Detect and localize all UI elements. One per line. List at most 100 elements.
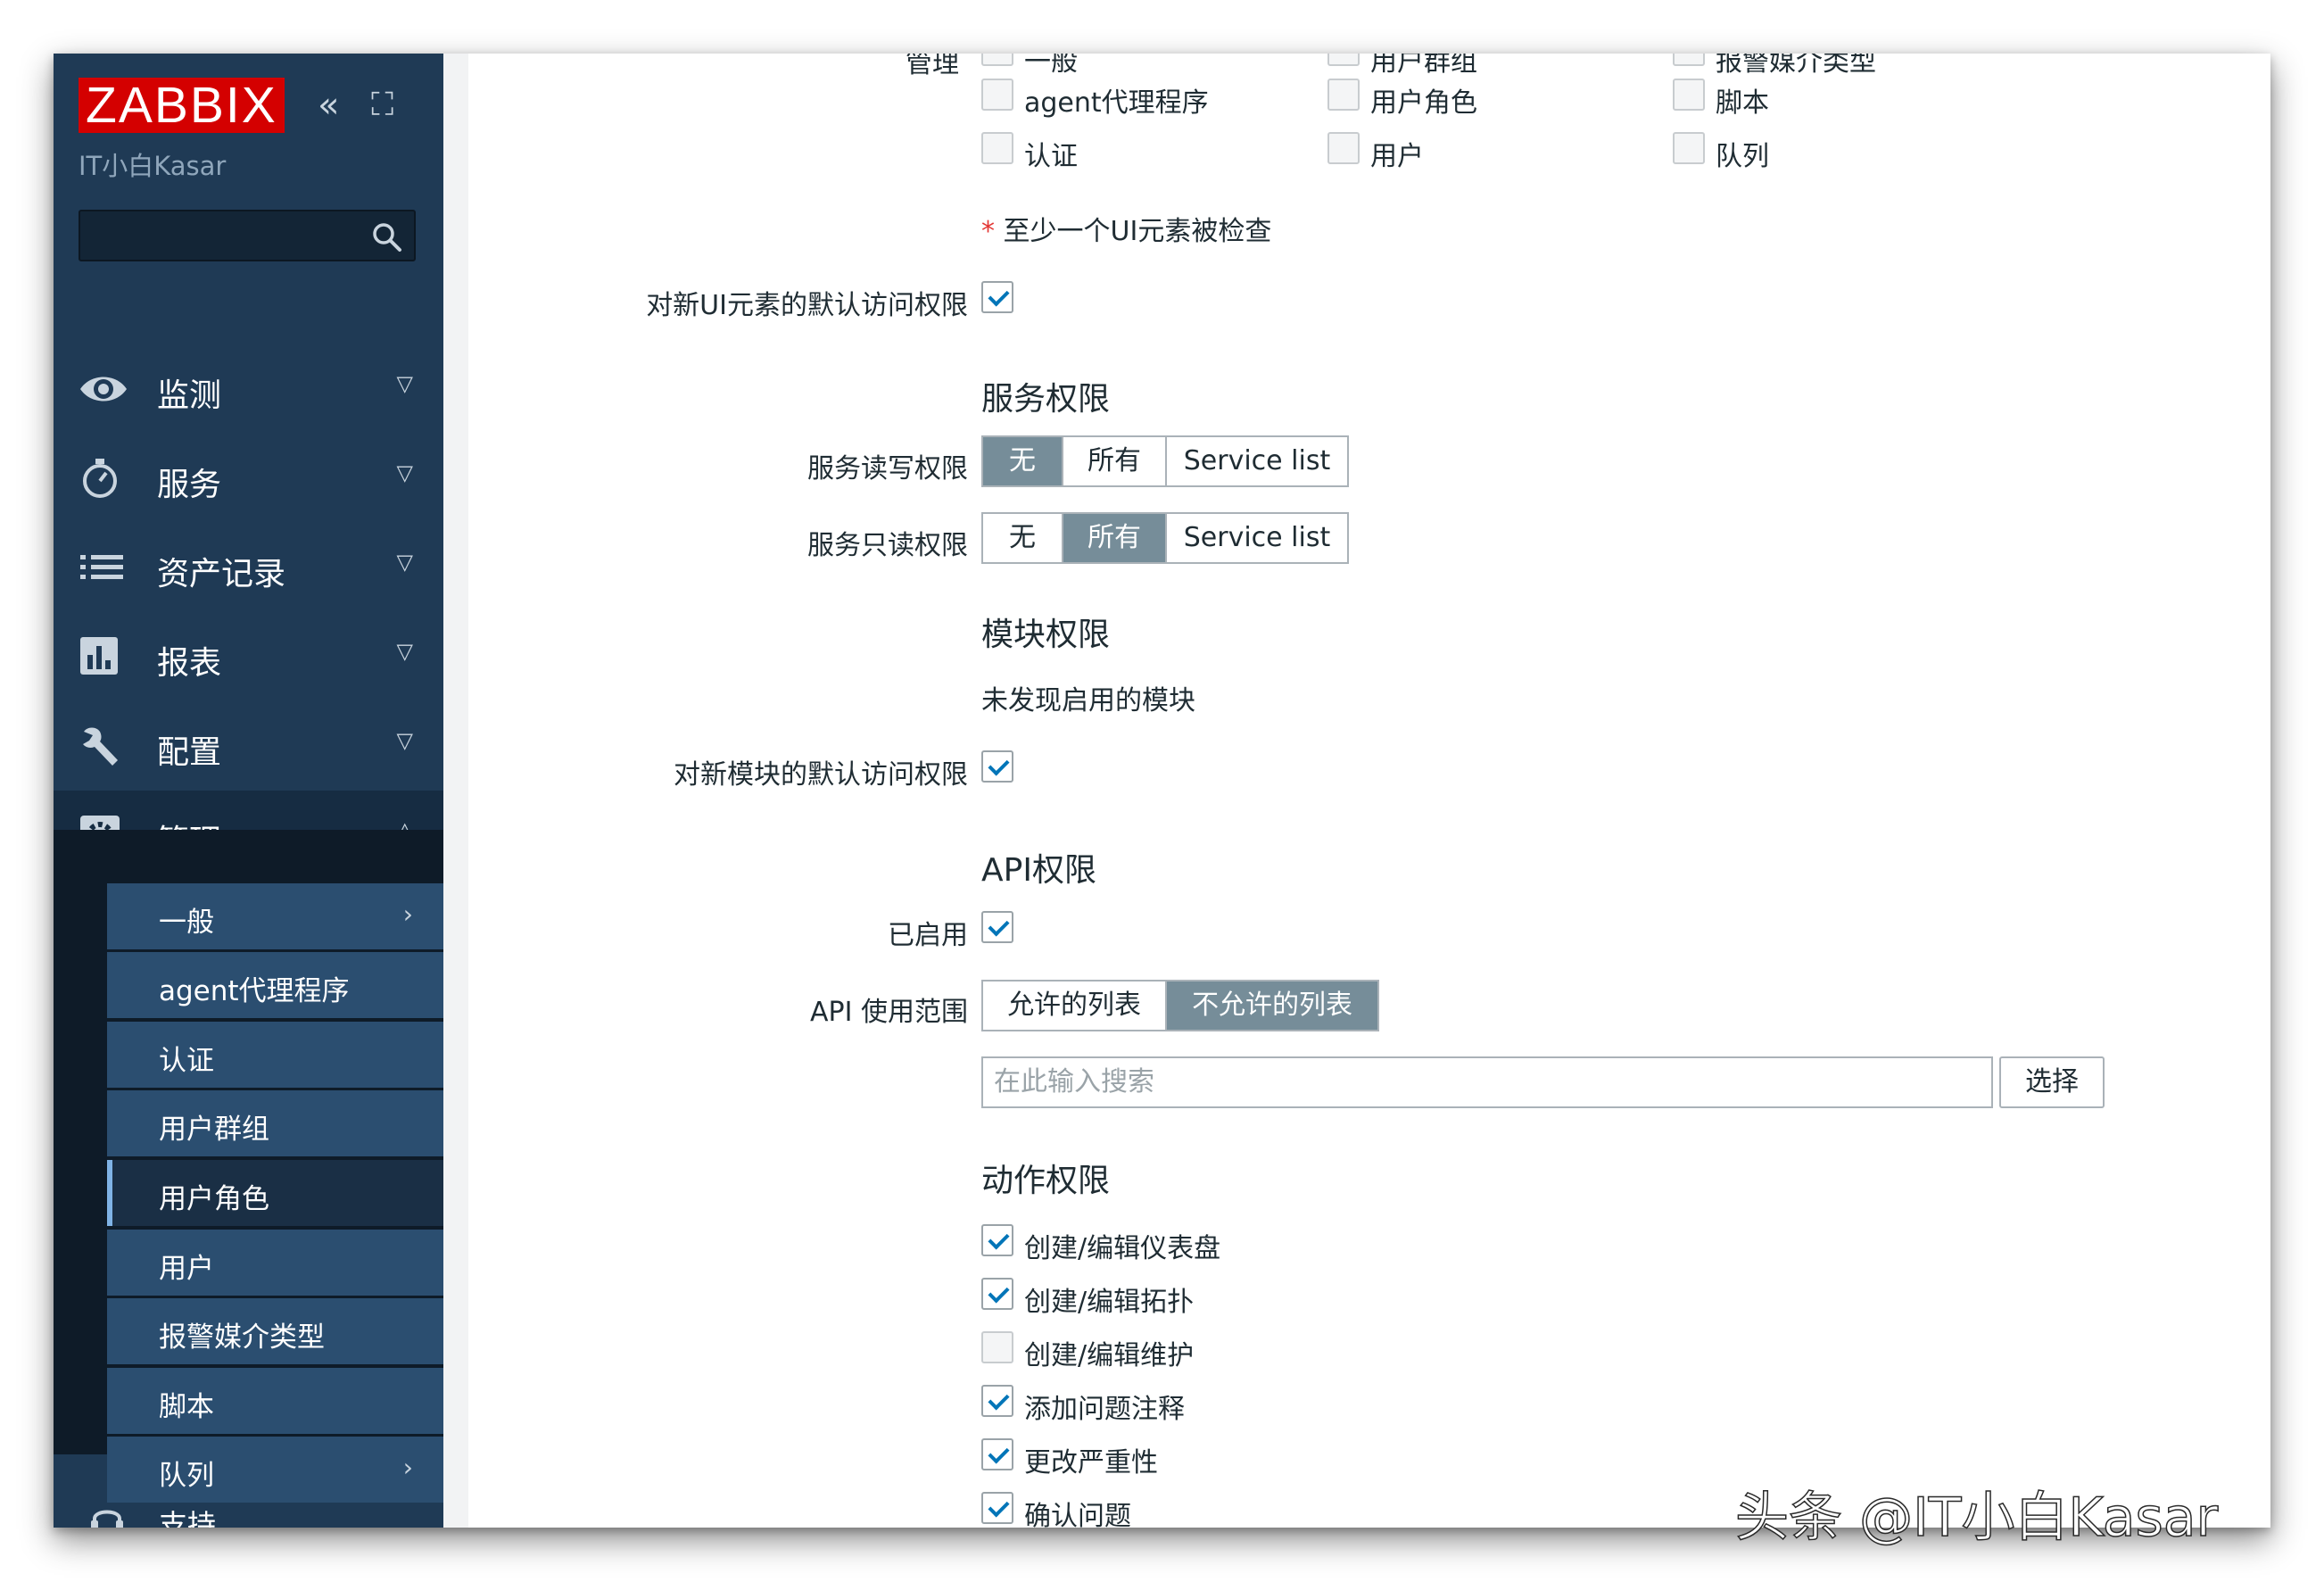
ui-label-users: 用户	[1370, 141, 1424, 172]
service-rw-option-all[interactable]: 所有	[1063, 437, 1167, 485]
submenu-item-users[interactable]: 用户	[107, 1230, 443, 1296]
chevron-down-icon: ▽	[396, 460, 413, 485]
zabbix-logo[interactable]: ZABBIX	[79, 78, 285, 133]
ui-label-queue: 队列	[1716, 141, 1769, 172]
submenu-label: 用户	[159, 1253, 214, 1285]
submenu-item-scripts[interactable]: 脚本	[107, 1368, 443, 1434]
default-module-access-checkbox[interactable]	[981, 750, 1013, 783]
api-methods-search-input[interactable]: 在此输入搜索	[981, 1056, 1993, 1108]
action-checkbox-maintenance[interactable]	[981, 1331, 1013, 1363]
ui-checkbox-queue[interactable]	[1673, 132, 1705, 164]
ui-checkbox-user-groups[interactable]	[1327, 54, 1360, 66]
instance-name: IT小白Kasar	[79, 151, 227, 181]
submenu-label: agent代理程序	[159, 975, 350, 1007]
ui-label-media-types: 报警媒介类型	[1716, 54, 1876, 78]
watermark: 头条 @IT小白Kasar	[1734, 1486, 2219, 1550]
action-checkbox-dashboards[interactable]	[981, 1224, 1013, 1256]
menu-label: 资产记录	[157, 556, 286, 592]
menu-item-inventory[interactable]: 资产记录 ▽	[54, 523, 443, 612]
no-modules-text: 未发现启用的模块	[981, 685, 1195, 716]
eye-icon	[80, 377, 127, 402]
api-enabled-label: 已启用	[888, 920, 968, 951]
menu-item-services[interactable]: 服务 ▽	[54, 434, 443, 523]
service-read-only-segmented: 无 所有 Service list	[981, 512, 1349, 564]
menu-item-support[interactable]: 支持	[54, 1481, 443, 1528]
action-checkbox-change-severity[interactable]	[981, 1438, 1013, 1470]
action-permissions-heading: 动作权限	[981, 1163, 1111, 1199]
action-checkbox-maps[interactable]	[981, 1278, 1013, 1310]
ui-label-scripts: 脚本	[1716, 87, 1769, 119]
service-ro-option-list[interactable]: Service list	[1167, 514, 1347, 562]
chevron-down-icon: ▽	[396, 550, 413, 575]
ui-label-proxies: agent代理程序	[1024, 87, 1209, 119]
submenu-label: 脚本	[159, 1391, 214, 1423]
user-role-form: 管理 一般 用户群组 报警媒介类型 agent代理程序 用户角色 脚本 认证 用…	[468, 54, 2270, 1528]
kiosk-mode-icon[interactable]: ⛶	[371, 84, 393, 127]
required-note-text: 至少一个UI元素被检查	[1003, 216, 1272, 247]
collapse-sidebar-icon[interactable]: «	[318, 84, 339, 127]
service-rw-option-none[interactable]: 无	[983, 437, 1063, 485]
service-ro-option-all[interactable]: 所有	[1063, 514, 1167, 562]
ui-checkbox-user-roles[interactable]	[1327, 79, 1360, 111]
action-label-problem-comments: 添加问题注释	[1024, 1394, 1185, 1425]
support-label: 支持	[159, 1508, 217, 1528]
wrench-icon	[83, 727, 118, 766]
service-ro-option-none[interactable]: 无	[983, 514, 1063, 562]
cutoff-label: 管理	[906, 54, 959, 79]
submenu-item-authentication[interactable]: 认证	[107, 1022, 443, 1088]
api-scope-allow-list[interactable]: 允许的列表	[983, 982, 1168, 1030]
menu-item-monitoring[interactable]: 监测 ▽	[54, 344, 443, 434]
sidebar: ZABBIX « ⛶ IT小白Kasar 监测 ▽ 服务 ▽ 资产记录 ▽ 报表…	[54, 54, 443, 1528]
menu-item-configuration[interactable]: 配置 ▽	[54, 701, 443, 791]
default-ui-access-checkbox[interactable]	[981, 281, 1013, 313]
api-enabled-checkbox[interactable]	[981, 911, 1013, 943]
api-scope-label: API 使用范围	[810, 997, 968, 1028]
headset-icon	[91, 1510, 123, 1528]
sidebar-search-input[interactable]	[79, 210, 416, 261]
action-checkbox-problem-comments[interactable]	[981, 1385, 1013, 1417]
search-icon[interactable]	[371, 221, 403, 253]
action-label-acknowledge: 确认问题	[1024, 1501, 1131, 1528]
bar-chart-icon	[80, 637, 118, 675]
chevron-down-icon: ▽	[396, 728, 413, 753]
stopwatch-icon	[83, 459, 117, 498]
menu-label: 配置	[157, 734, 222, 771]
required-note: * 至少一个UI元素被检查	[981, 209, 1271, 248]
select-button[interactable]: 选择	[1999, 1056, 2105, 1108]
default-ui-access-label: 对新UI元素的默认访问权限	[646, 290, 968, 321]
submenu-item-general[interactable]: 一般 ›	[107, 883, 443, 949]
service-read-write-label: 服务读写权限	[807, 453, 968, 485]
ui-label-user-roles: 用户角色	[1370, 87, 1477, 119]
submenu-item-proxies[interactable]: agent代理程序	[107, 952, 443, 1018]
service-read-write-segmented: 无 所有 Service list	[981, 435, 1349, 487]
service-rw-option-list[interactable]: Service list	[1167, 437, 1347, 485]
action-checkbox-acknowledge[interactable]	[981, 1492, 1013, 1524]
api-permissions-heading: API权限	[981, 852, 1096, 889]
submenu-label: 用户群组	[159, 1114, 269, 1146]
submenu-item-user-roles[interactable]: 用户角色	[107, 1160, 443, 1226]
submenu-label: 报警媒介类型	[159, 1321, 325, 1354]
ui-label-user-groups: 用户群组	[1370, 54, 1477, 78]
submenu-item-media-types[interactable]: 报警媒介类型	[107, 1298, 443, 1364]
chevron-down-icon: ▽	[396, 639, 413, 664]
list-icon	[80, 555, 123, 579]
menu-label: 服务	[157, 467, 222, 503]
menu-item-reports[interactable]: 报表 ▽	[54, 612, 443, 701]
ui-checkbox-general[interactable]	[981, 54, 1013, 66]
ui-label-general: 一般	[1024, 54, 1078, 78]
ui-checkbox-users[interactable]	[1327, 132, 1360, 164]
submenu-item-user-groups[interactable]: 用户群组	[107, 1090, 443, 1156]
app-window: ZABBIX « ⛶ IT小白Kasar 监测 ▽ 服务 ▽ 资产记录 ▽ 报表…	[54, 54, 2270, 1528]
action-label-dashboards: 创建/编辑仪表盘	[1024, 1233, 1221, 1264]
ui-checkbox-proxies[interactable]	[981, 79, 1013, 111]
ui-checkbox-scripts[interactable]	[1673, 79, 1705, 111]
ui-checkbox-authentication[interactable]	[981, 132, 1013, 164]
default-module-access-label: 对新模块的默认访问权限	[674, 759, 968, 791]
ui-checkbox-media-types[interactable]	[1673, 54, 1705, 66]
module-permissions-heading: 模块权限	[981, 617, 1111, 653]
submenu-label: 认证	[159, 1045, 214, 1077]
submenu-label: 用户角色	[159, 1183, 269, 1215]
service-read-only-label: 服务只读权限	[807, 530, 968, 561]
submenu-label: 一般	[159, 907, 214, 939]
api-scope-deny-list[interactable]: 不允许的列表	[1167, 982, 1377, 1030]
